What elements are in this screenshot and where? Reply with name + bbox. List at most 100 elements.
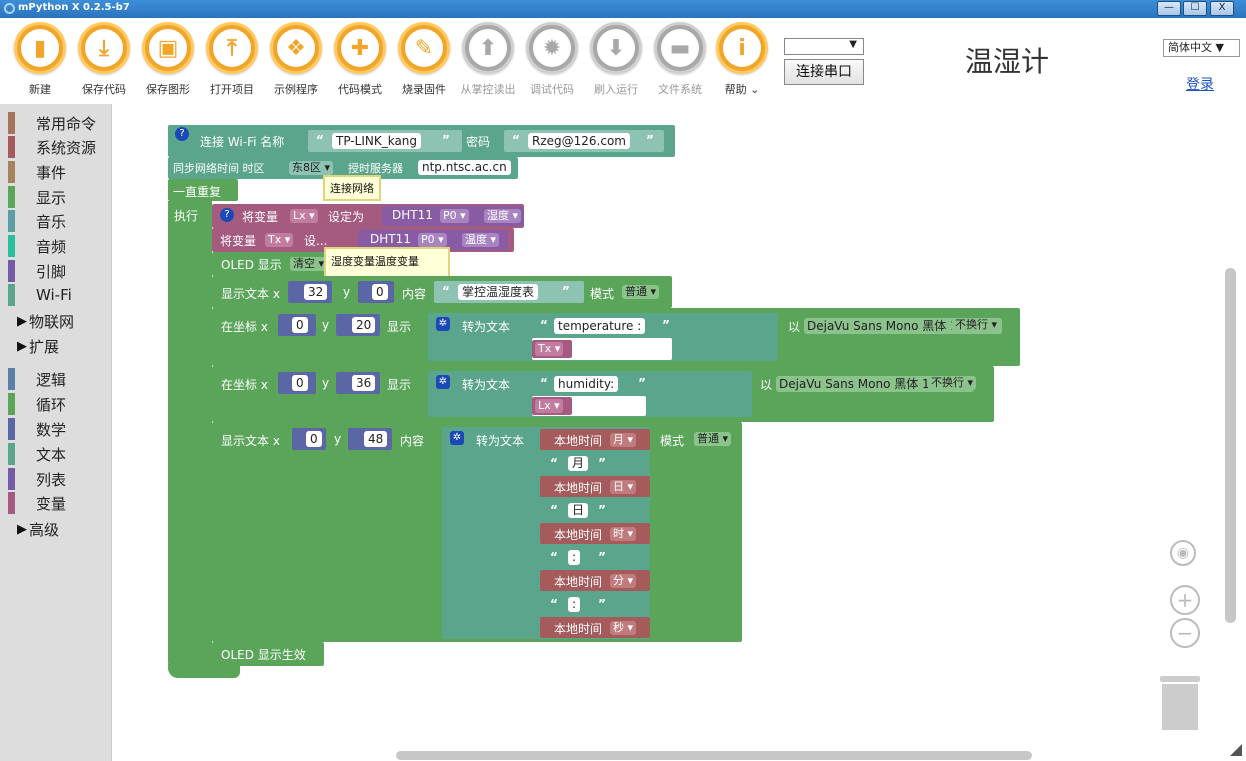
toolbar-button-4[interactable]: ❖ 示例程序	[264, 22, 328, 97]
toolbar-button-2[interactable]: ▣ 保存图形	[136, 22, 200, 97]
variable-block[interactable]: Tx ▾	[532, 340, 572, 358]
sidebar-item-1[interactable]: 系统资源	[8, 136, 108, 158]
variable-dropdown[interactable]: Tx ▾	[265, 233, 294, 247]
sidebar-item-15[interactable]: 变量	[8, 492, 108, 514]
comment-bubble[interactable]: 湿度变量温度变量	[324, 247, 450, 279]
time-unit-dropdown[interactable]: 秒 ▾	[610, 621, 637, 635]
toolbar-button-5[interactable]: ✚ 代码模式	[328, 22, 392, 97]
number-block[interactable]: 0	[358, 281, 394, 303]
dht11-block[interactable]: DHT11 P0 ▾ 湿度 ▾	[382, 206, 524, 226]
sidebar-item-16[interactable]: ▶ 高级	[17, 518, 117, 540]
recenter-icon[interactable]: ◉	[1170, 540, 1196, 566]
help-icon[interactable]: ?	[220, 208, 234, 222]
connect-serial-button[interactable]: 连接串口	[784, 59, 864, 85]
number-block[interactable]: 36	[336, 372, 380, 394]
maximize-button[interactable]: ☐	[1183, 1, 1207, 16]
wifi-connect-block[interactable]: ? 连接 Wi-Fi 名称 “ TP-LINK_kang ” 密码 “ Rzeg…	[168, 125, 675, 157]
serial-port-select[interactable]: ▼	[784, 38, 864, 55]
toolbar-button-0[interactable]: ▮ 新建	[8, 22, 72, 97]
blockly-workspace[interactable]: ? 连接 Wi-Fi 名称 “ TP-LINK_kang ” 密码 “ Rzeg…	[112, 104, 1246, 761]
reading-dropdown[interactable]: 湿度 ▾	[484, 209, 522, 223]
pin-dropdown[interactable]: P0 ▾	[418, 233, 447, 247]
toolbar-button-6[interactable]: ✎ 烧录固件	[392, 22, 456, 97]
gear-icon[interactable]: ✲	[450, 431, 464, 445]
show-text-humidity-block[interactable]: 在坐标 x 0 y 36 显示 ✲ 转为文本 “ humidity: ” Lx …	[212, 366, 1022, 422]
sidebar-item-13[interactable]: 文本	[8, 443, 108, 465]
password-field[interactable]: Rzeg@126.com	[528, 133, 630, 149]
toolbar-button-3[interactable]: ⤒ 打开项目	[200, 22, 264, 97]
ssid-field[interactable]: TP-LINK_kang	[332, 133, 422, 149]
local-time-block[interactable]: 本地时间时 ▾	[540, 523, 650, 544]
text-block[interactable]: “ TP-LINK_kang ”	[308, 130, 462, 152]
sidebar-item-9[interactable]: ▶ 扩展	[17, 335, 117, 357]
sidebar-item-14[interactable]: 列表	[8, 468, 108, 490]
vertical-scrollbar[interactable]	[1225, 268, 1236, 623]
toolbar-button-11[interactable]: i 帮助 ⌄	[710, 22, 774, 97]
sidebar-item-3[interactable]: 显示	[8, 186, 108, 208]
set-variable-lx-block[interactable]: ? 将变量 Lx ▾ 设定为 DHT11 P0 ▾ 湿度 ▾	[212, 204, 524, 228]
sidebar-item-5[interactable]: 音频	[8, 235, 108, 257]
text-block[interactable]: “ humidity: ”	[532, 373, 652, 395]
variable-dropdown[interactable]: Lx ▾	[290, 209, 318, 223]
local-time-block[interactable]: 本地时间分 ▾	[540, 570, 650, 591]
text-block[interactable]: “:”	[540, 593, 616, 615]
display-mode-dropdown[interactable]: 普通 ▾	[622, 285, 660, 299]
text-field[interactable]: 月	[568, 455, 589, 471]
forever-loop-block[interactable]: 一直重复	[168, 179, 238, 201]
sidebar-item-0[interactable]: 常用命令	[8, 112, 108, 134]
time-unit-dropdown[interactable]: 时 ▾	[610, 527, 637, 541]
show-text-time-block[interactable]: 显示文本 x 0 y 48 内容 ✲ 转为文本 本地时间月 ▾ “月” 本地时间日 …	[212, 422, 742, 642]
variable-block[interactable]: Lx ▾	[532, 397, 572, 415]
to-text-block[interactable]: ✲ 转为文本 “ humidity: ” Lx ▾	[428, 371, 752, 417]
text-block[interactable]: “月”	[540, 452, 616, 474]
local-time-block[interactable]: 本地时间月 ▾	[540, 429, 650, 450]
sidebar-item-6[interactable]: 引脚	[8, 260, 108, 282]
text-block[interactable]: “日”	[540, 499, 616, 521]
login-link[interactable]: 登录	[1186, 74, 1214, 94]
sidebar-item-12[interactable]: 数学	[8, 418, 108, 440]
text-block[interactable]: “ temperature : ”	[532, 315, 676, 337]
local-time-block[interactable]: 本地时间秒 ▾	[540, 617, 650, 638]
oled-mode-dropdown[interactable]: 清空 ▾	[290, 257, 328, 271]
show-text-title-block[interactable]: 显示文本 x 32 y 0 内容 “ 掌控温湿度表 ” 模式 普通 ▾	[212, 276, 672, 308]
gear-icon[interactable]: ✲	[436, 317, 450, 331]
to-text-block[interactable]: ✲ 转为文本 本地时间月 ▾ “月” 本地时间日 ▾ “日” 本地时间时 ▾ “:” 本地时…	[442, 427, 650, 639]
resize-grip-icon[interactable]	[1230, 744, 1242, 756]
time-unit-dropdown[interactable]: 分 ▾	[610, 574, 637, 588]
minimize-button[interactable]: —	[1157, 1, 1181, 16]
text-field[interactable]: :	[568, 596, 581, 612]
sidebar-item-10[interactable]: 逻辑	[8, 368, 108, 390]
toolbar-button-1[interactable]: ⤓ 保存代码	[72, 22, 136, 97]
sidebar-item-11[interactable]: 循环	[8, 393, 108, 415]
pin-dropdown[interactable]: P0 ▾	[440, 209, 469, 223]
ntp-server-field[interactable]: ntp.ntsc.ac.cn	[418, 160, 511, 175]
display-mode-dropdown[interactable]: 普通 ▾	[694, 432, 732, 446]
gear-icon[interactable]: ✲	[436, 375, 450, 389]
timezone-dropdown[interactable]: 东8区 ▾	[289, 161, 334, 175]
wrap-dropdown[interactable]: 不换行 ▾	[928, 376, 977, 390]
text-block[interactable]: “:”	[540, 546, 616, 568]
reading-dropdown[interactable]: 温度 ▾	[462, 233, 500, 247]
close-button[interactable]: X	[1210, 1, 1234, 16]
language-select[interactable]: 简体中文 ▼	[1163, 39, 1240, 57]
sidebar-item-4[interactable]: 音乐	[8, 210, 108, 232]
text-field[interactable]: :	[568, 549, 581, 565]
horizontal-scrollbar[interactable]	[396, 751, 1032, 760]
show-text-temperature-block[interactable]: 在坐标 x 0 y 20 显示 ✲ 转为文本 “ temperature : ”…	[212, 308, 1048, 366]
to-text-block[interactable]: ✲ 转为文本 “ temperature : ” Tx ▾	[428, 313, 778, 361]
zoom-out-icon[interactable]: −	[1170, 618, 1200, 648]
time-unit-dropdown[interactable]: 月 ▾	[610, 433, 637, 447]
trash-icon[interactable]	[1162, 684, 1198, 730]
number-block[interactable]: 0	[278, 314, 316, 336]
sidebar-item-8[interactable]: ▶ 物联网	[17, 310, 117, 332]
local-time-block[interactable]: 本地时间日 ▾	[540, 476, 650, 497]
comment-bubble[interactable]: 连接网络	[323, 175, 381, 201]
time-unit-dropdown[interactable]: 日 ▾	[610, 480, 637, 494]
oled-show-block[interactable]: OLED 显示生效	[212, 642, 324, 666]
number-block[interactable]: 0	[278, 372, 316, 394]
sidebar-item-2[interactable]: 事件	[8, 161, 108, 183]
help-icon[interactable]: ?	[175, 127, 189, 141]
wrap-dropdown[interactable]: 不换行 ▾	[952, 318, 1001, 332]
number-block[interactable]: 20	[336, 314, 380, 336]
number-block[interactable]: 48	[348, 428, 392, 450]
